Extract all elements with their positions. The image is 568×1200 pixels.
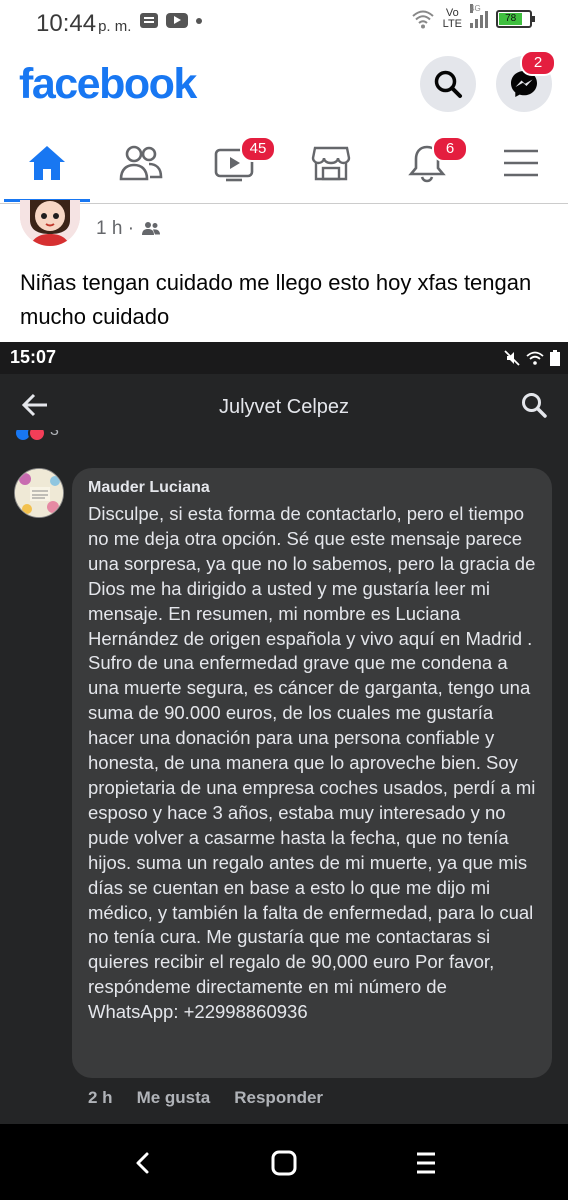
more-notifications-dot-icon	[196, 17, 202, 24]
post-text: Niñas tengan cuidado me llego esto hoy x…	[20, 270, 532, 329]
status-bar: 10:44 p. m. Vo LTE 4G 78	[0, 0, 568, 44]
screenshot-status-bar: 15:07	[0, 342, 568, 374]
screenshot-status-icons	[504, 350, 560, 366]
network-type: 4G	[470, 4, 481, 13]
reactions-summary[interactable]: 3	[14, 430, 84, 446]
screenshot-wifi-icon	[526, 351, 544, 365]
comment-text: Disculpe, si esta forma de contactarlo, …	[88, 503, 536, 1023]
marketplace-icon	[311, 146, 351, 181]
app-header: facebook 2	[0, 44, 568, 124]
screenshot-time: 15:07	[10, 347, 57, 367]
status-time: 10:44 p. m.	[36, 10, 131, 38]
tab-home[interactable]	[0, 124, 94, 202]
post-meta: 1 h ·	[96, 218, 161, 240]
conversation-title: Julyvet Celpez	[218, 396, 350, 418]
messenger-button[interactable]: 2	[496, 50, 556, 112]
tab-watch[interactable]: 45	[188, 124, 282, 202]
mute-icon	[504, 350, 520, 366]
notifications-badge: 6	[432, 136, 468, 162]
screenshot-battery-icon	[550, 350, 560, 366]
menu-icon	[504, 149, 538, 177]
friends-audience-icon	[142, 222, 161, 235]
youtube-notification-icon	[166, 13, 188, 28]
status-time-ampm: p. m.	[98, 18, 132, 35]
post-time: 1 h ·	[96, 218, 135, 239]
comment-time: 2 h	[88, 1088, 113, 1107]
screenshot-header: Julyvet Celpez	[0, 374, 568, 434]
status-time-value: 10:44	[36, 10, 97, 37]
search-icon	[434, 70, 462, 98]
status-right-icons: Vo LTE 4G 78	[411, 4, 535, 30]
volte-bottom: LTE	[442, 18, 462, 30]
facebook-logo[interactable]: facebook	[19, 60, 197, 109]
volte-indicator: Vo LTE	[443, 8, 462, 30]
tab-menu[interactable]	[474, 124, 568, 202]
main-navigation: 45 6	[0, 124, 568, 204]
screenshot-search-icon[interactable]	[520, 391, 548, 419]
messenger-badge: 2	[520, 50, 556, 76]
comment-actions: 2 h Me gusta Responder	[88, 1088, 347, 1108]
author-avatar[interactable]	[20, 200, 80, 246]
system-home-icon[interactable]	[269, 1148, 299, 1178]
love-reaction-icon	[28, 430, 46, 442]
avatar-illustration	[20, 200, 80, 246]
notification-icons	[140, 13, 202, 28]
tab-notifications[interactable]: 6	[380, 124, 474, 202]
signal-icon: 4G	[470, 4, 488, 28]
like-button[interactable]: Me gusta	[137, 1088, 211, 1108]
tab-friends[interactable]	[94, 124, 188, 202]
tab-marketplace[interactable]	[284, 124, 378, 202]
friends-icon	[119, 145, 163, 181]
comment-author[interactable]: Mauder Luciana	[88, 478, 538, 498]
system-navigation-bar	[0, 1124, 568, 1200]
home-icon	[29, 146, 65, 180]
attached-screenshot[interactable]: 15:07 Julyvet Celpez 3 Mauder Luciana Di…	[0, 342, 568, 1124]
commenter-avatar-image	[15, 469, 63, 517]
message-notification-icon	[140, 13, 158, 28]
wifi-icon	[411, 10, 434, 29]
comment-bubble[interactable]: Mauder Luciana Disculpe, si esta forma d…	[72, 468, 552, 1078]
post: 1 h · Niñas tengan cuidado me llego esto…	[0, 200, 568, 342]
search-button[interactable]	[420, 56, 476, 112]
system-back-icon[interactable]	[128, 1148, 158, 1178]
commenter-avatar[interactable]	[14, 468, 64, 518]
reply-button[interactable]: Responder	[234, 1088, 323, 1108]
system-recents-icon[interactable]	[411, 1148, 441, 1178]
watch-badge: 45	[240, 136, 276, 162]
battery-icon: 78	[496, 10, 535, 28]
reaction-count: 3	[50, 430, 59, 439]
battery-level: 78	[499, 13, 523, 25]
